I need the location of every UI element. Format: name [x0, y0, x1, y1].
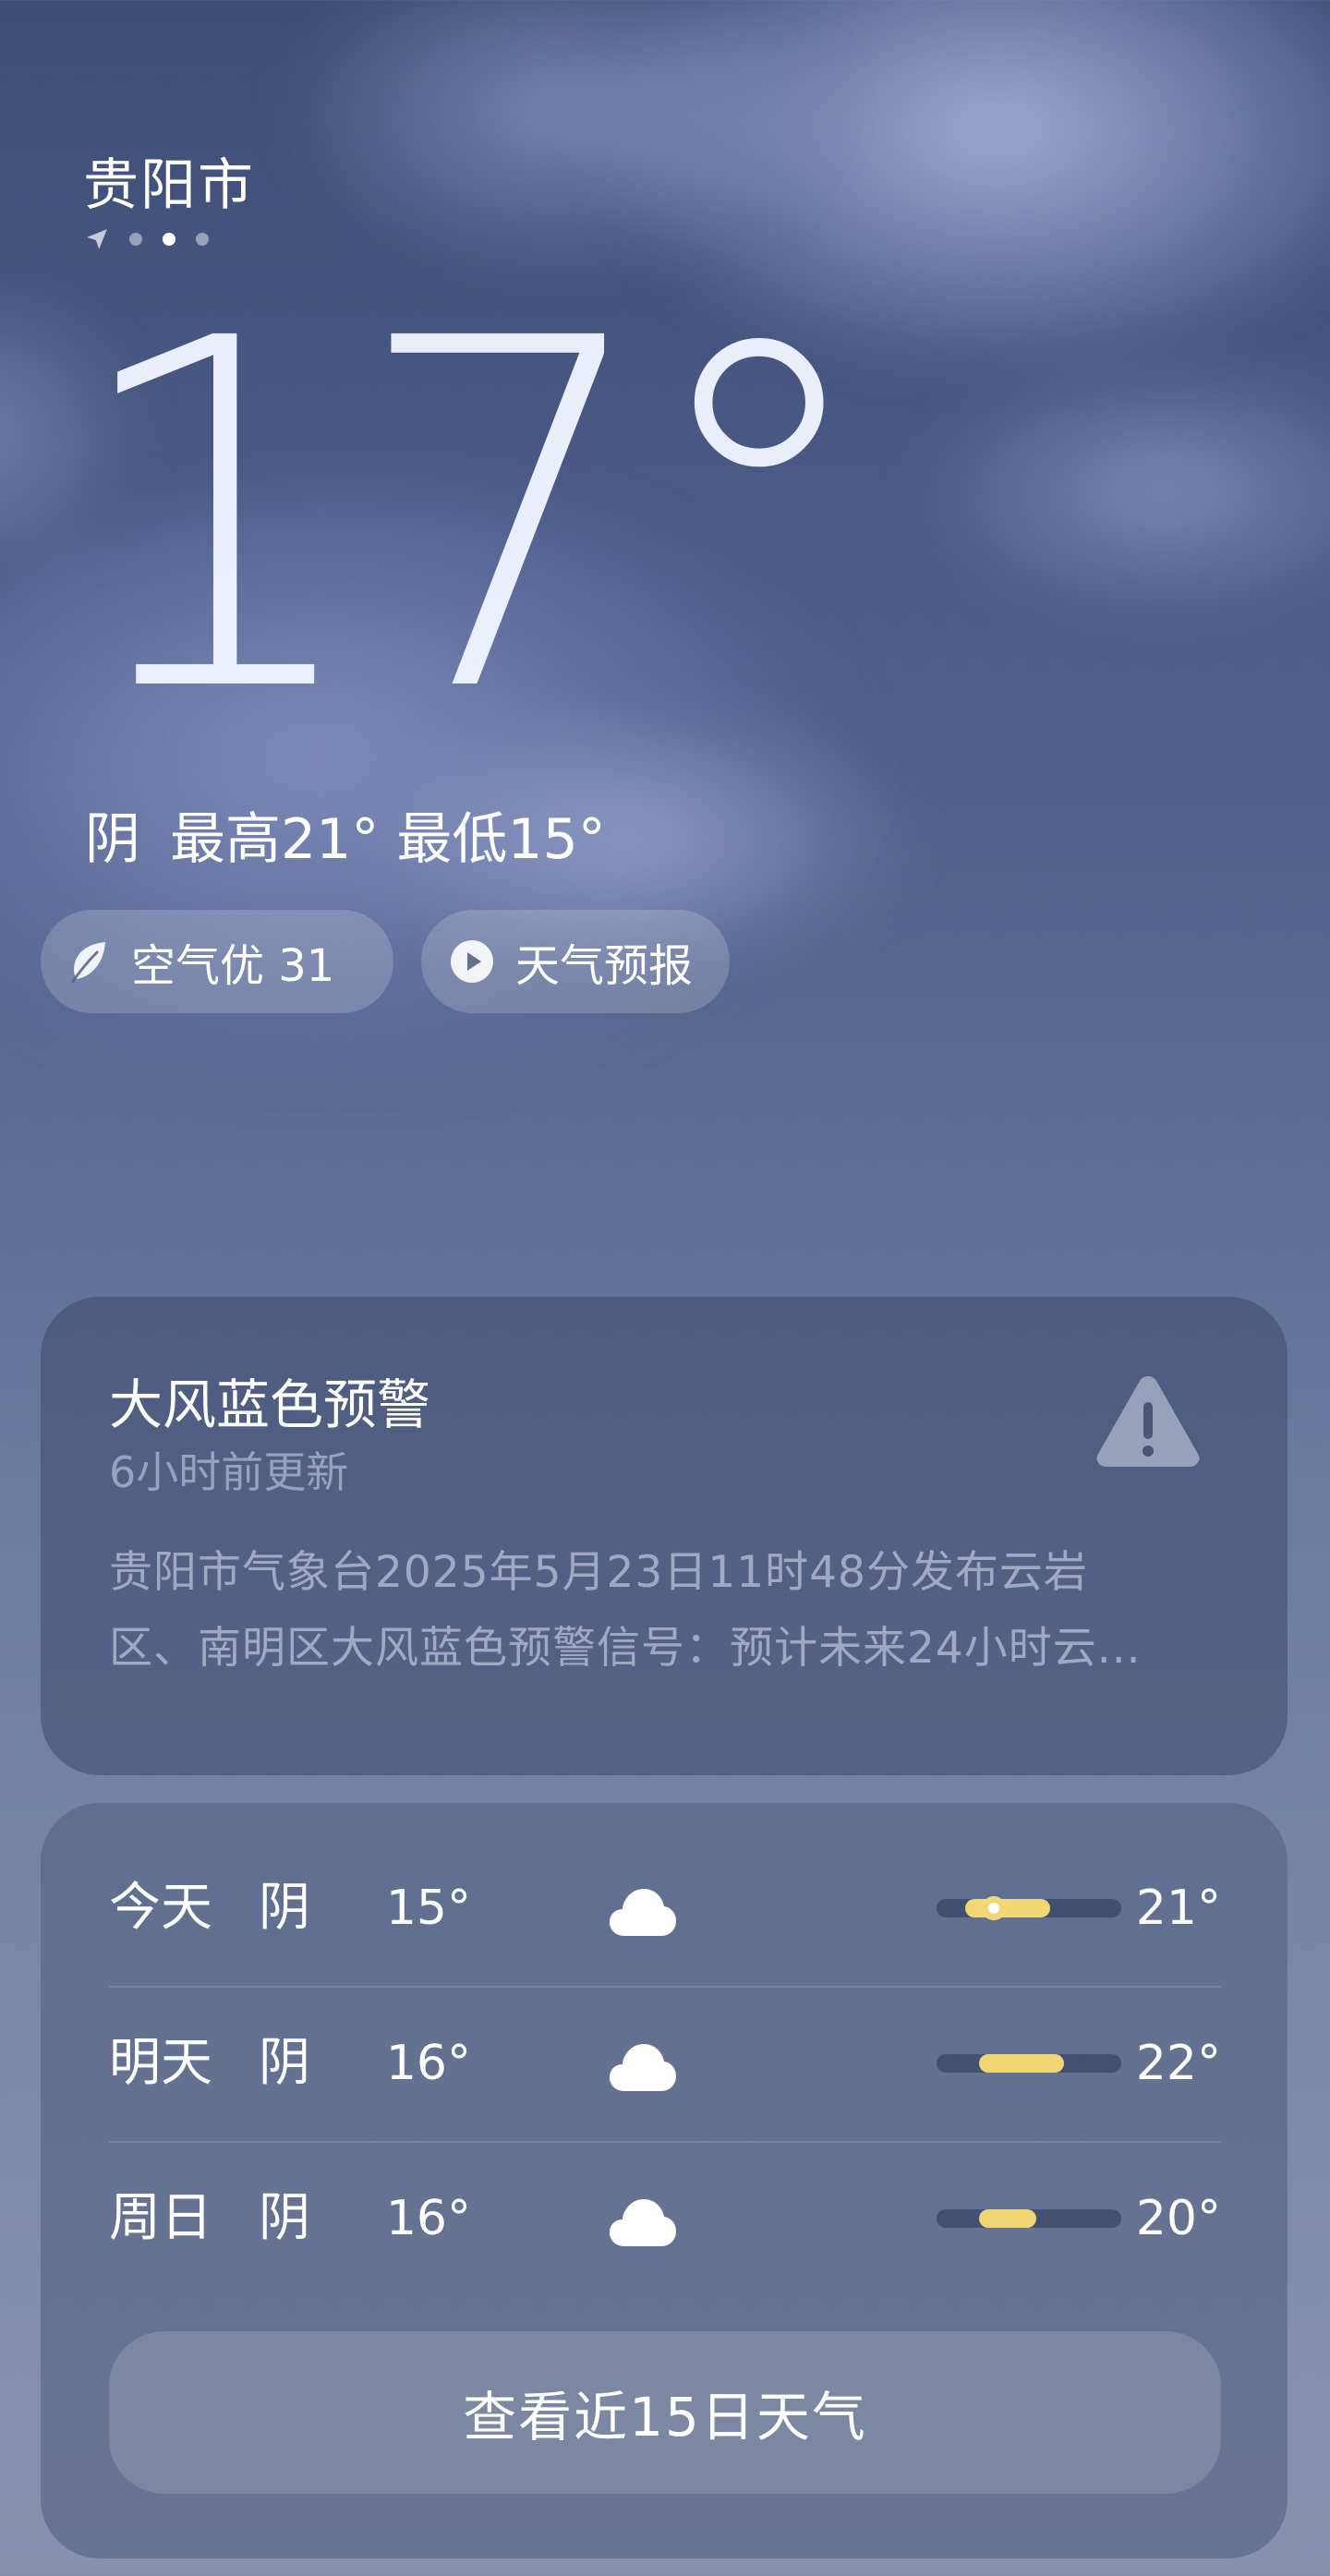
- temperature-range-fill: [964, 1899, 1051, 1917]
- cloud-icon: [610, 1889, 676, 1936]
- alert-body-line: 区、南明区大风蓝色预警信号：预计未来24小时云...: [109, 1623, 1142, 1674]
- weather-alert-card[interactable]: 大风蓝色预警 6小时前更新 贵阳市气象台2025年5月23日11时48分发布云岩…: [41, 1297, 1288, 1775]
- forecast-day: 周日: [109, 2188, 212, 2248]
- forecast-condition: 阴: [259, 2033, 310, 2093]
- forecast-video-label: 天气预报: [515, 940, 694, 992]
- alert-title: 大风蓝色预警: [109, 1373, 431, 1436]
- forecast-condition: 阴: [259, 2188, 310, 2248]
- forecast-row-tomorrow[interactable]: 明天 阴 16° 22°: [109, 1986, 1221, 2141]
- temperature-range-fill: [979, 2054, 1065, 2073]
- city-name[interactable]: 贵阳市: [83, 140, 255, 221]
- alert-body-line: 贵阳市气象台2025年5月23日11时48分发布云岩: [109, 1547, 1088, 1598]
- forecast-high: 22°: [1135, 2036, 1221, 2091]
- temperature-range-fill: [979, 2209, 1036, 2228]
- air-quality-pill[interactable]: 空气优 31: [41, 910, 393, 1013]
- alert-updated-time: 6小时前更新: [109, 1447, 349, 1497]
- high-low-temperature: 最高21° 最低15°: [170, 807, 606, 872]
- daily-forecast-card: 今天 阴 15° 21° 明天 阴 16° 22° 周日 阴 16° 20° 查…: [41, 1803, 1288, 2558]
- forecast-row-today[interactable]: 今天 阴 15° 21°: [109, 1831, 1221, 1986]
- cloud-icon: [610, 2044, 676, 2091]
- temperature-range-bar: [937, 2054, 1121, 2073]
- forecast-day: 今天: [109, 1878, 212, 1938]
- temperature-range-bar: [937, 1896, 1121, 1920]
- forecast-low: 16°: [385, 2191, 471, 2246]
- forecast-video-pill[interactable]: 天气预报: [421, 910, 730, 1013]
- forecast-low: 15°: [385, 1881, 471, 1936]
- forecast-low: 16°: [385, 2036, 471, 2091]
- current-temperature-marker: [981, 1896, 1006, 1920]
- current-condition: 阴: [85, 807, 140, 872]
- view-15-day-button[interactable]: 查看近15日天气: [109, 2331, 1221, 2494]
- warning-icon: [1096, 1376, 1200, 1467]
- play-icon: [451, 940, 493, 983]
- forecast-condition: 阴: [259, 1878, 310, 1938]
- forecast-high: 20°: [1135, 2191, 1221, 2246]
- forecast-high: 21°: [1135, 1881, 1221, 1936]
- weather-summary: 阴 最高21° 最低15°: [85, 794, 606, 875]
- alert-body: 贵阳市气象台2025年5月23日11时48分发布云岩 区、南明区大风蓝色预警信号…: [109, 1535, 1236, 1687]
- current-temperature: 17°: [65, 237, 879, 797]
- leaf-icon: [70, 942, 105, 984]
- forecast-row-sunday[interactable]: 周日 阴 16° 20°: [109, 2141, 1221, 2296]
- temperature-range-bar: [937, 2209, 1121, 2228]
- forecast-day: 明天: [109, 2033, 212, 2093]
- cloud-icon: [610, 2199, 676, 2246]
- air-quality-label: 空气优 31: [131, 940, 335, 992]
